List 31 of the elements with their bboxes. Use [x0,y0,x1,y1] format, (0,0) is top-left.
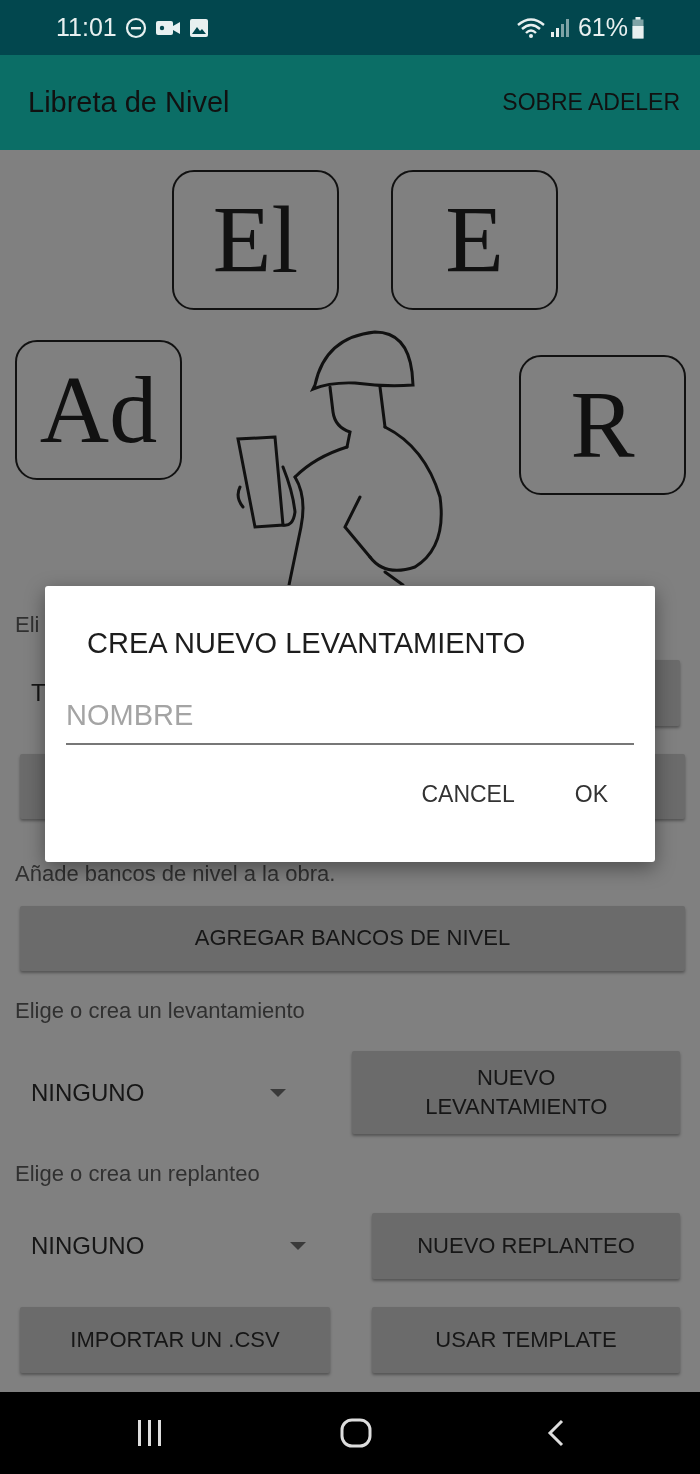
logo-tile: El [172,170,339,310]
logo-tile: R [519,355,686,495]
button[interactable]: NUEVO REPLANTEO [372,1213,680,1279]
caret-icon [270,1088,287,1097]
logo-tile: E [391,170,558,310]
dialog-title: CREA NUEVO LEVANTAMIENTO [86,626,527,661]
button[interactable]: AGREGAR BANCOS DE NIVEL [20,906,685,971]
battery-percent: 61% [577,11,628,43]
field-label: Elige o crea un levantamiento [15,997,306,1025]
image-icon [188,17,209,38]
battery-icon [632,16,644,39]
back-icon[interactable] [546,1419,565,1447]
do-not-disturb-icon [124,16,147,39]
dialog-button[interactable]: CANCEL [403,769,533,820]
app-title: Libreta de Nivel [28,84,230,120]
button[interactable]: USAR TEMPLATE [372,1307,680,1373]
dialog-button[interactable]: OK [556,769,626,820]
field-label: Añade bancos de nivel a la obra. [15,860,337,888]
spinner[interactable]: NINGUNO [15,1213,330,1279]
signal-icon [549,17,570,38]
button[interactable]: IMPORTAR UN .CSV [20,1307,330,1373]
spinner[interactable]: NINGUNO [15,1051,311,1134]
about-link[interactable]: SOBRE ADELER [502,85,680,120]
wifi-icon [515,16,546,39]
caret-icon [290,1242,306,1250]
logo-tile: Ad [15,340,182,480]
field-label: Eli [15,611,41,639]
button[interactable]: NUEVO LEVANTAMIENTO [352,1051,680,1134]
field-label: Elige o crea un replanteo [15,1160,261,1188]
status-time: 11:01 [56,11,117,43]
home-icon[interactable] [340,1418,372,1448]
